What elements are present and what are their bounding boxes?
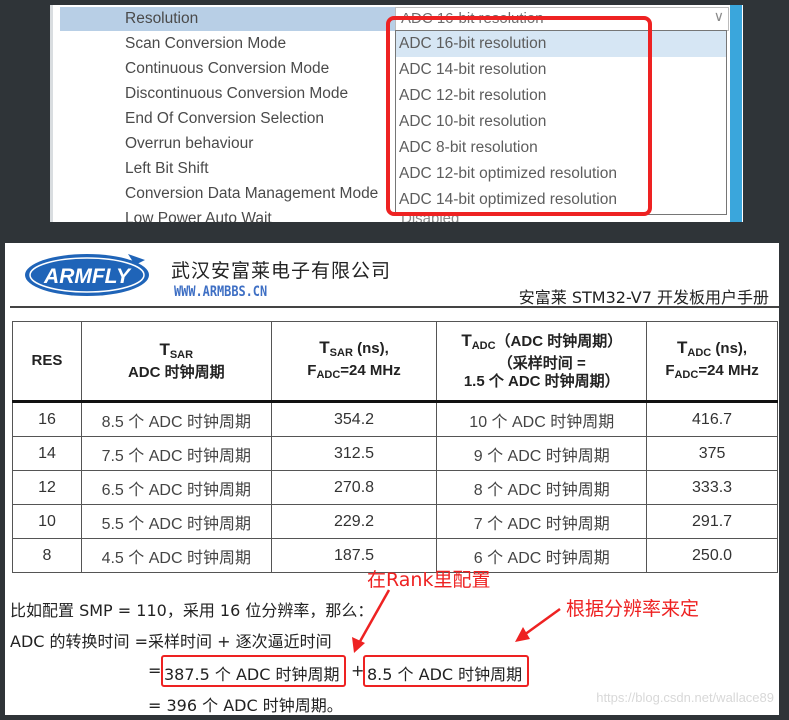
panel-scrollbar[interactable] — [730, 5, 742, 222]
manual-page: ARMFLY 武汉安富莱电子有限公司 WWW.ARMBBS.CN 安富莱 STM… — [5, 243, 779, 715]
param-row-discontinuous-conversion[interactable]: Discontinuous Conversion Mode — [60, 82, 390, 106]
annotation-arrows — [352, 589, 561, 653]
param-row-eoc-selection[interactable]: End Of Conversion Selection — [60, 107, 390, 131]
param-label: Overrun behaviour — [125, 135, 254, 152]
highlight-box-dropdown — [386, 16, 652, 216]
arrow-icon-rank — [352, 589, 391, 653]
param-label: Resolution — [125, 10, 199, 27]
param-label: End Of Conversion Selection — [125, 110, 325, 127]
param-row-continuous-conversion[interactable]: Continuous Conversion Mode — [60, 57, 390, 81]
arrow-icon-resolution — [515, 607, 561, 642]
param-row-data-management[interactable]: Conversion Data Management Mode — [60, 182, 390, 206]
param-row-scan-conversion[interactable]: Scan Conversion Mode — [60, 32, 390, 56]
param-row-left-bit-shift[interactable]: Left Bit Shift — [60, 157, 390, 181]
param-label: Low Power Auto Wait — [125, 210, 272, 222]
chevron-down-icon[interactable]: ∨ — [714, 8, 724, 25]
param-label: Scan Conversion Mode — [125, 35, 287, 52]
param-label: Left Bit Shift — [125, 160, 209, 177]
param-label: Discontinuous Conversion Mode — [125, 85, 349, 102]
param-row-low-power-auto-wait[interactable]: Low Power Auto Wait — [60, 207, 390, 222]
watermark: https://blog.csdn.net/wallace89 — [596, 690, 774, 705]
param-row-resolution[interactable]: Resolution — [60, 7, 400, 31]
param-label: Continuous Conversion Mode — [125, 60, 330, 77]
param-label: Conversion Data Management Mode — [125, 185, 379, 202]
param-row-overrun[interactable]: Overrun behaviour — [60, 132, 390, 156]
